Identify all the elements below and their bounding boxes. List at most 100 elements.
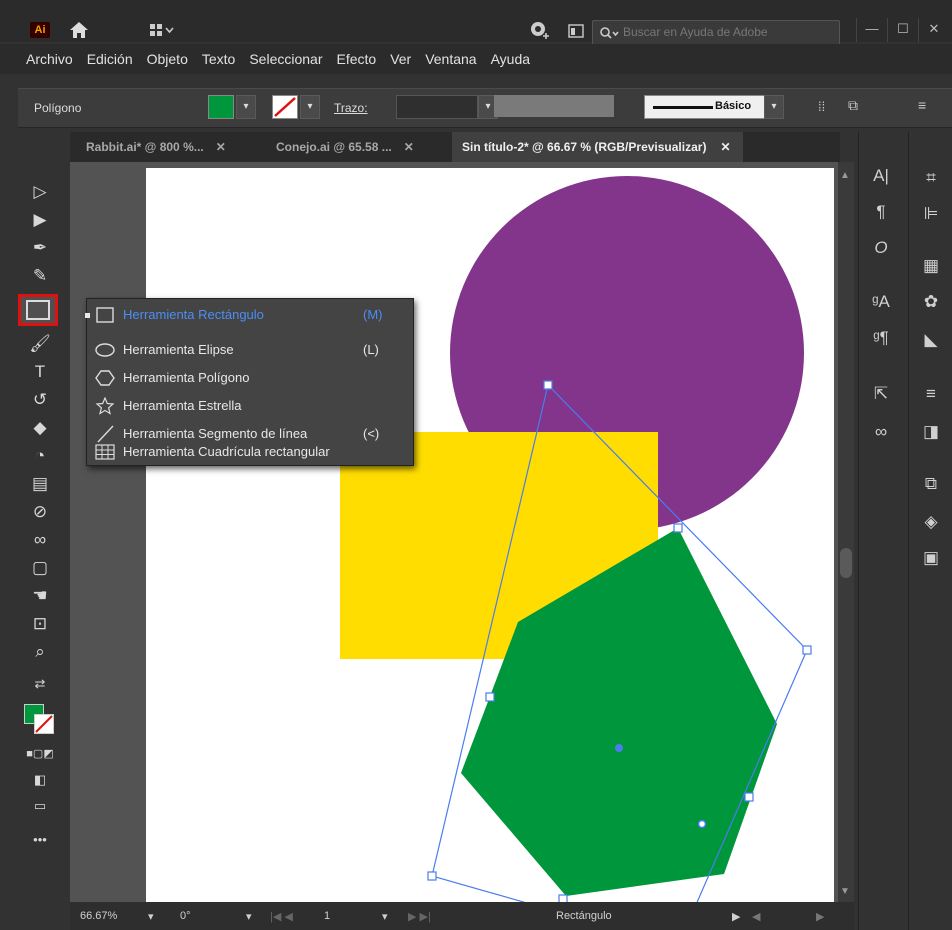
menu-ver[interactable]: Ver (390, 51, 411, 67)
rotate-widget-icon[interactable] (697, 819, 707, 829)
color-mode-icons[interactable]: ■▢◩ (22, 742, 58, 766)
stroke-label[interactable]: Trazo: (334, 101, 368, 115)
stroke-weight-field[interactable] (396, 95, 478, 119)
pathfinder-icon[interactable]: ⧉ (909, 474, 952, 494)
color-guide-icon[interactable]: ✿ (909, 292, 952, 312)
flyout-ellipse-tool[interactable]: Herramienta Elipse (L) (87, 337, 413, 363)
artwork-canvas[interactable] (146, 168, 834, 902)
menu-efecto[interactable]: Efecto (336, 51, 376, 67)
scrollbar-thumb[interactable] (840, 548, 852, 578)
minimize-button[interactable]: — (856, 18, 887, 42)
status-menu-icon[interactable]: ▶ (732, 910, 740, 923)
flyout-star-tool[interactable]: Herramienta Estrella (87, 393, 413, 419)
variable-width-profile[interactable] (494, 95, 614, 117)
menu-ventana[interactable]: Ventana (425, 51, 476, 67)
flyout-rectangular-grid-tool[interactable]: Herramienta Cuadrícula rectangular (87, 444, 413, 465)
eraser-tool-icon[interactable]: ◆ (22, 416, 58, 440)
type-tool-icon[interactable]: T (22, 360, 58, 384)
arrange-documents-icon[interactable] (568, 24, 584, 38)
fill-dropdown[interactable]: ▾ (236, 95, 256, 119)
close-tab-icon[interactable]: ✕ (404, 140, 414, 154)
close-window-button[interactable]: ✕ (918, 18, 949, 42)
menu-texto[interactable]: Texto (202, 51, 235, 67)
align-icon[interactable]: ⁞⁞ (818, 99, 825, 114)
artboard-number[interactable]: 1 (324, 910, 330, 922)
transform-icon[interactable]: ⧉ (848, 97, 858, 114)
menu-ayuda[interactable]: Ayuda (491, 51, 530, 67)
cloud-account-icon[interactable] (528, 20, 550, 42)
menu-archivo[interactable]: Archivo (26, 51, 73, 67)
swatches-panel-icon[interactable]: ▦ (909, 256, 952, 276)
rotate-tool-icon[interactable]: ↺ (22, 388, 58, 412)
shape-builder-tool-icon[interactable]: ◔ (22, 444, 58, 468)
align-panel-icon[interactable]: ⊫ (909, 204, 952, 224)
menu-seleccionar[interactable]: Seleccionar (249, 51, 322, 67)
scroll-down-icon[interactable]: ▼ (840, 886, 850, 897)
artboard-dropdown-icon[interactable]: ▾ (382, 910, 388, 923)
paintbrush-tool-icon[interactable]: 🖌 (22, 332, 58, 356)
close-tab-icon[interactable]: ✕ (720, 140, 730, 154)
crop-tool-icon[interactable]: ⊡ (22, 612, 58, 636)
scroll-up-icon[interactable]: ▲ (840, 170, 850, 181)
character-panel-icon[interactable]: A| (859, 166, 903, 186)
home-icon[interactable] (68, 20, 90, 40)
export-assets-icon[interactable]: ⇱ (859, 384, 903, 404)
paragraph-panel-icon[interactable]: ¶ (859, 202, 903, 222)
character-styles-icon[interactable]: ᵍA (859, 292, 903, 312)
transparency-panel-icon[interactable]: ◨ (909, 422, 952, 442)
last-artboard-icon[interactable]: ▶ ▶| (408, 910, 431, 923)
control-menu-icon[interactable]: ≡ (918, 97, 926, 113)
direct-selection-tool-icon[interactable]: ▶ (22, 208, 58, 232)
tab-conejo[interactable]: Conejo.ai @ 65.58 ... ✕ (276, 132, 414, 162)
curvature-tool-icon[interactable]: ✎ (22, 264, 58, 288)
flyout-polygon-tool[interactable]: Herramienta Polígono (87, 365, 413, 391)
paragraph-styles-icon[interactable]: ᵍ¶ (859, 328, 903, 348)
pen-tool-icon[interactable]: ✒ (22, 236, 58, 260)
artboards-panel-icon[interactable]: ⌗ (909, 168, 952, 188)
opentype-panel-icon[interactable]: O (859, 238, 903, 258)
help-search-input[interactable]: Buscar en Ayuda de Adobe (592, 20, 840, 46)
fill-color-swatch[interactable] (208, 95, 234, 119)
stroke-color-swatch[interactable] (272, 95, 298, 119)
selection-tool-icon[interactable]: ▷ (22, 180, 58, 204)
libraries-panel-icon[interactable]: ▣ (909, 548, 952, 568)
polygon-icon (95, 370, 115, 386)
rotation-value[interactable]: 0° (180, 910, 191, 922)
screen-mode-icon[interactable]: ▭ (22, 794, 58, 818)
tab-sin-titulo[interactable]: Sin título-2* @ 66.67 % (RGB/Previsualiz… (452, 132, 743, 162)
more-tools-icon[interactable]: ••• (22, 828, 58, 852)
hand-tool-icon[interactable]: ☚ (22, 584, 58, 608)
rotation-dropdown-icon[interactable]: ▾ (246, 910, 252, 923)
draw-mode-icon[interactable]: ◧ (22, 768, 58, 792)
links-panel-icon[interactable]: ∞ (859, 422, 903, 442)
brush-definition-field[interactable]: Básico (644, 95, 766, 119)
brush-dropdown[interactable]: ▾ (764, 95, 784, 119)
gradient-tool-icon[interactable]: ▤ (22, 472, 58, 496)
stroke-dropdown[interactable]: ▾ (300, 95, 320, 119)
maximize-button[interactable]: ☐ (887, 18, 918, 42)
stroke-panel-icon[interactable]: ≡ (909, 384, 952, 404)
menu-objeto[interactable]: Objeto (147, 51, 188, 67)
close-tab-icon[interactable]: ✕ (216, 140, 226, 154)
scroll-right-icon[interactable]: ▶ (816, 910, 824, 923)
artboard-tool-icon[interactable]: ▢ (22, 556, 58, 580)
vertical-scrollbar[interactable] (838, 162, 854, 902)
gradient-panel-icon[interactable]: ◣ (909, 330, 952, 350)
eyedropper-tool-icon[interactable]: ⊘ (22, 500, 58, 524)
zoom-level[interactable]: 66.67% (80, 910, 117, 922)
zoom-dropdown-icon[interactable]: ▾ (148, 910, 154, 923)
workspace-switcher-icon[interactable] (150, 22, 176, 38)
swap-colors-icon[interactable]: ⇄ (22, 672, 58, 696)
tab-rabbit[interactable]: Rabbit.ai* @ 800 %... ✕ (86, 132, 226, 162)
rectangle-tool-icon[interactable] (18, 294, 58, 326)
blend-tool-icon[interactable]: ∞ (22, 528, 58, 552)
menu-edicion[interactable]: Edición (87, 51, 133, 67)
zoom-tool-icon[interactable]: ⌕ (22, 640, 58, 664)
scroll-left-icon[interactable]: ◀ (752, 910, 760, 923)
right-panel-dock-2: ⌗ ⊫ ▦ ✿ ◣ ≡ ◨ ⧉ ◈ ▣ (908, 132, 952, 930)
illustrator-logo: Ai (30, 22, 50, 38)
fill-stroke-indicator[interactable] (24, 704, 54, 734)
first-artboard-icon[interactable]: |◀ ◀ (270, 910, 293, 923)
layers-panel-icon[interactable]: ◈ (909, 512, 952, 532)
flyout-rectangle-tool[interactable]: Herramienta Rectángulo (M) (85, 302, 413, 328)
